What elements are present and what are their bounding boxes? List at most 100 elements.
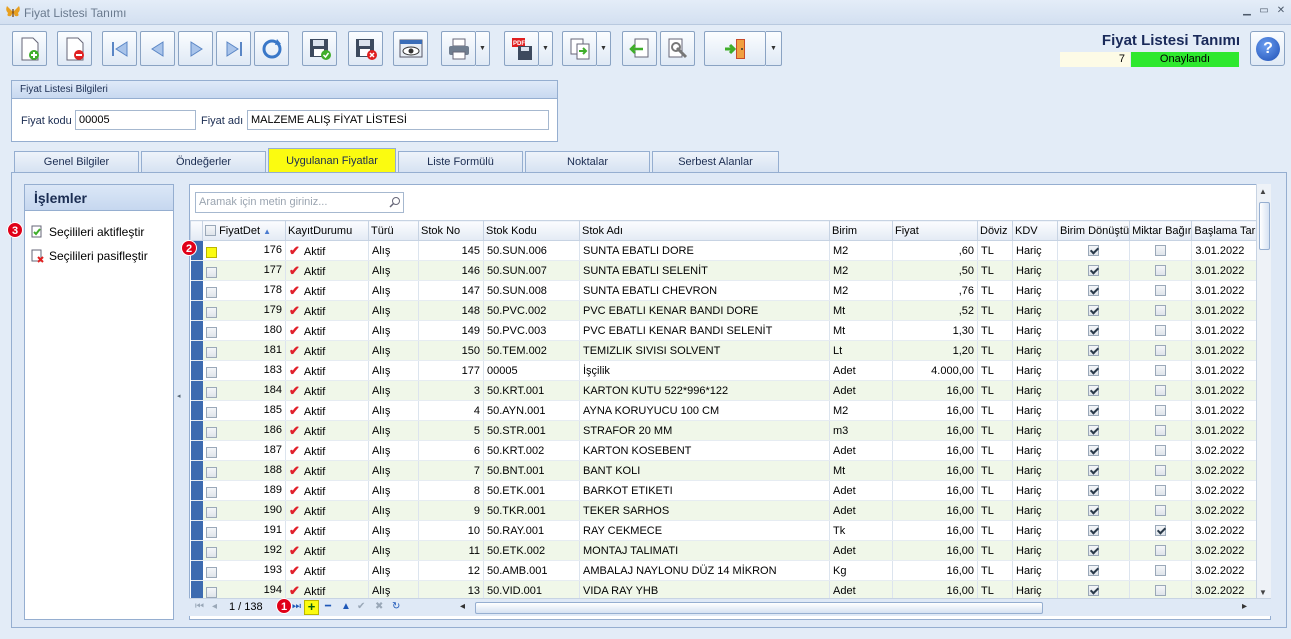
cell-birim-donustur[interactable] xyxy=(1057,380,1131,401)
scroll-down-arrow[interactable]: ▼ xyxy=(1259,588,1267,597)
cell-birim[interactable]: Mt xyxy=(829,320,893,341)
cell-fiyatdet[interactable]: 192 xyxy=(202,540,286,561)
row-select-checkbox[interactable] xyxy=(205,526,217,538)
row-select-checkbox[interactable] xyxy=(205,466,217,478)
cell-stok-no[interactable]: 9 xyxy=(418,500,484,521)
tab-list-formula[interactable]: Liste Formülü xyxy=(398,151,523,172)
activate-selected-item[interactable]: Seçilileri aktifleştir xyxy=(29,223,144,241)
tab-defaults[interactable]: Öndeğerler xyxy=(141,151,266,172)
cell-stok-kodu[interactable]: 50.ETK.001 xyxy=(483,480,580,501)
cell-stok-no[interactable]: 4 xyxy=(418,400,484,421)
row-indicator[interactable] xyxy=(190,500,203,521)
quantity-dependent-checkbox[interactable] xyxy=(1155,365,1167,377)
cell-doviz[interactable]: TL xyxy=(977,320,1013,341)
cell-fiyat[interactable]: ,50 xyxy=(892,260,978,281)
cell-stok-adi[interactable]: İşçilik xyxy=(579,360,830,381)
cell-turu[interactable]: Alış xyxy=(368,280,419,301)
preview-button[interactable] xyxy=(393,31,428,66)
cell-kdv[interactable]: Hariç xyxy=(1012,440,1058,461)
exit-button[interactable] xyxy=(704,31,766,66)
cell-stok-no[interactable]: 145 xyxy=(418,240,484,261)
next-record-button[interactable] xyxy=(178,31,213,66)
cell-fiyatdet[interactable]: 179 xyxy=(202,300,286,321)
cell-stok-adi[interactable]: AYNA KORUYUCU 100 CM xyxy=(579,400,830,421)
conversion-checkbox[interactable] xyxy=(1088,245,1100,257)
quantity-dependent-checkbox[interactable] xyxy=(1155,325,1167,337)
cell-kdv[interactable]: Hariç xyxy=(1012,420,1058,441)
row-indicator[interactable] xyxy=(190,460,203,481)
scroll-thumb[interactable] xyxy=(1259,202,1270,250)
cell-fiyat[interactable]: ,76 xyxy=(892,280,978,301)
cell-stok-kodu[interactable]: 50.PVC.002 xyxy=(483,300,580,321)
tab-applied-prices[interactable]: Uygulanan Fiyatlar xyxy=(268,148,396,172)
nav-last-icon[interactable]: ⏭ xyxy=(292,601,301,612)
cell-fiyat[interactable]: 16,00 xyxy=(892,540,978,561)
cell-kayitdurumu[interactable]: ✔ Aktif xyxy=(285,460,369,481)
cell-stok-kodu[interactable]: 50.ETK.002 xyxy=(483,540,580,561)
cell-miktar-bagimli[interactable] xyxy=(1129,260,1193,281)
row-select-checkbox[interactable] xyxy=(205,366,217,378)
cell-kayitdurumu[interactable]: ✔ Aktif xyxy=(285,480,369,501)
cell-stok-kodu[interactable]: 50.SUN.008 xyxy=(483,280,580,301)
print-dropdown[interactable]: ▼ xyxy=(476,31,490,66)
cell-stok-kodu[interactable]: 50.AMB.001 xyxy=(483,560,580,581)
cell-birim[interactable]: Adet xyxy=(829,500,893,521)
conversion-checkbox[interactable] xyxy=(1088,265,1100,277)
cell-birim[interactable]: M2 xyxy=(829,280,893,301)
cell-stok-adi[interactable]: MONTAJ TALIMATI xyxy=(579,540,830,561)
conversion-checkbox[interactable] xyxy=(1088,505,1100,517)
column-header-kayitdurumu[interactable]: KayıtDurumu xyxy=(285,220,369,241)
remove-row-icon[interactable]: ━ xyxy=(325,601,331,612)
cell-doviz[interactable]: TL xyxy=(977,400,1013,421)
table-row[interactable]: 179 ✔ Aktif Alış 148 50.PVC.002 PVC EBATLI KEN… xyxy=(190,300,1268,321)
cell-miktar-bagimli[interactable] xyxy=(1129,320,1193,341)
cell-turu[interactable]: Alış xyxy=(368,540,419,561)
cell-doviz[interactable]: TL xyxy=(977,420,1013,441)
cell-kdv[interactable]: Hariç xyxy=(1012,340,1058,361)
column-header-stok-no[interactable]: Stok No xyxy=(418,220,484,241)
cell-doviz[interactable]: TL xyxy=(977,360,1013,381)
row-indicator[interactable] xyxy=(190,280,203,301)
collapse-panel-arrow[interactable]: ◂ xyxy=(177,392,183,404)
cell-miktar-bagimli[interactable] xyxy=(1129,420,1193,441)
cell-doviz[interactable]: TL xyxy=(977,340,1013,361)
row-indicator[interactable] xyxy=(190,440,203,461)
cell-kayitdurumu[interactable]: ✔ Aktif xyxy=(285,300,369,321)
cell-birim[interactable]: Tk xyxy=(829,520,893,541)
cell-fiyatdet[interactable]: 181 xyxy=(202,340,286,361)
table-row[interactable]: 187 ✔ Aktif Alış 6 50.KRT.002 KARTON KOSEBENT A… xyxy=(190,440,1268,461)
cell-birim-donustur[interactable] xyxy=(1057,280,1131,301)
column-header-fiyat[interactable]: Fiyat xyxy=(892,220,978,241)
cell-stok-kodu[interactable]: 50.KRT.002 xyxy=(483,440,580,461)
column-header-doviz[interactable]: Döviz xyxy=(977,220,1013,241)
cell-stok-kodu[interactable]: 50.AYN.001 xyxy=(483,400,580,421)
row-select-checkbox[interactable] xyxy=(205,286,217,298)
row-indicator[interactable] xyxy=(190,480,203,501)
scroll-up-arrow[interactable]: ▲ xyxy=(1259,187,1267,196)
tab-general[interactable]: Genel Bilgiler xyxy=(14,151,139,172)
maximize-button[interactable]: ▭ xyxy=(1256,4,1272,18)
quantity-dependent-checkbox[interactable] xyxy=(1155,425,1167,437)
table-row[interactable]: 177 ✔ Aktif Alış 146 50.SUN.007 SUNTA EBATLI S… xyxy=(190,260,1268,281)
cell-miktar-bagimli[interactable] xyxy=(1129,400,1193,421)
cell-kdv[interactable]: Hariç xyxy=(1012,280,1058,301)
cell-kayitdurumu[interactable]: ✔ Aktif xyxy=(285,260,369,281)
row-select-checkbox[interactable] xyxy=(205,446,217,458)
cell-miktar-bagimli[interactable] xyxy=(1129,460,1193,481)
cell-miktar-bagimli[interactable] xyxy=(1129,360,1193,381)
cell-doviz[interactable]: TL xyxy=(977,440,1013,461)
cell-kayitdurumu[interactable]: ✔ Aktif xyxy=(285,400,369,421)
row-select-checkbox[interactable] xyxy=(205,486,217,498)
quantity-dependent-checkbox[interactable] xyxy=(1155,545,1167,557)
cell-birim-donustur[interactable] xyxy=(1057,540,1131,561)
row-select-checkbox[interactable] xyxy=(205,266,217,278)
cell-birim-donustur[interactable] xyxy=(1057,360,1131,381)
refresh-button[interactable] xyxy=(254,31,289,66)
cell-stok-no[interactable]: 149 xyxy=(418,320,484,341)
cell-birim[interactable]: Adet xyxy=(829,360,893,381)
pdf-button[interactable]: PDF xyxy=(504,31,539,66)
cell-miktar-bagimli[interactable] xyxy=(1129,500,1193,521)
cell-fiyat[interactable]: 16,00 xyxy=(892,420,978,441)
conversion-checkbox[interactable] xyxy=(1088,285,1100,297)
cancel-edit-icon[interactable]: ✖ xyxy=(375,601,383,612)
